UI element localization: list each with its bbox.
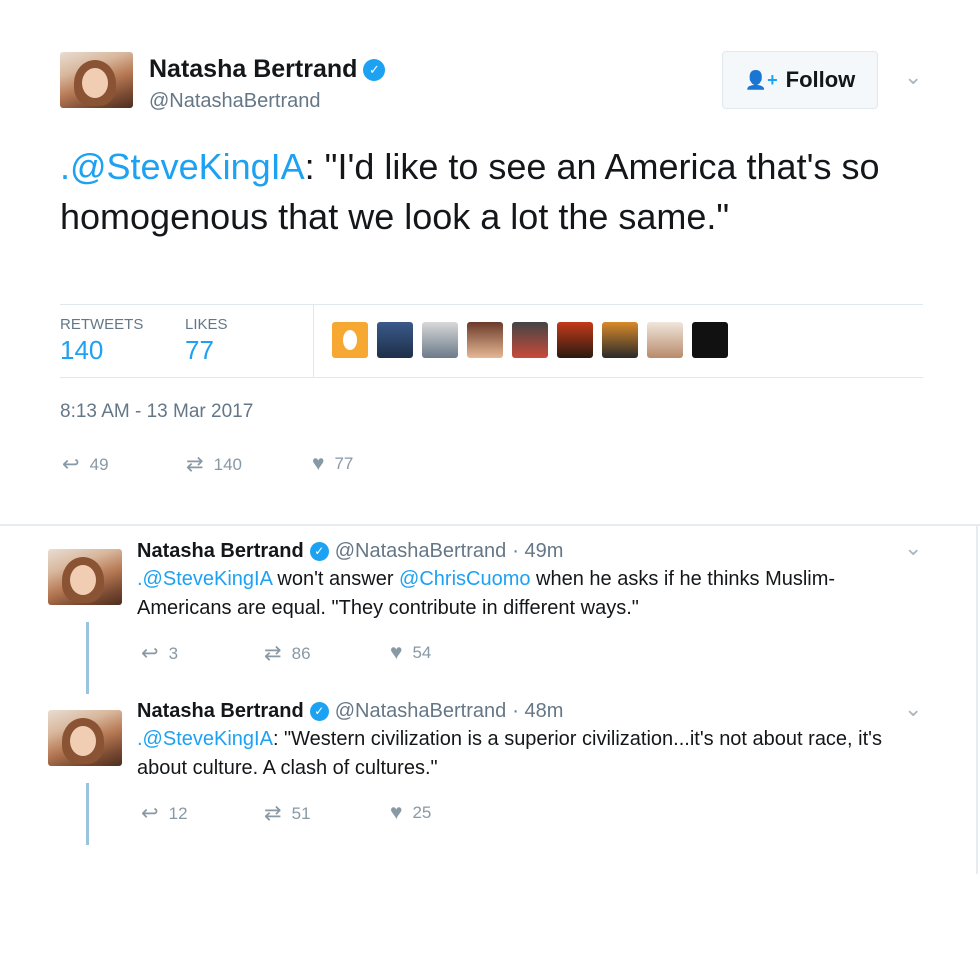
reply-time[interactable]: · 48m xyxy=(512,700,563,723)
likes-stat[interactable]: LIKES 77 xyxy=(185,316,228,366)
retweet-action[interactable]: ⇄ 86 xyxy=(264,641,311,666)
liker-avatar[interactable] xyxy=(422,322,458,358)
stats-divider xyxy=(313,305,314,377)
liker-avatar[interactable] xyxy=(467,322,503,358)
thread-edge-right xyxy=(976,524,978,874)
retweet-icon: ⇄ xyxy=(264,802,282,825)
like-action[interactable]: ♥ 77 xyxy=(312,452,353,476)
mention-link[interactable]: .@SteveKingIA xyxy=(137,728,273,750)
reply-time[interactable]: · 49m xyxy=(512,540,563,563)
retweet-count: 140 xyxy=(213,454,242,474)
reply-arrow-icon: ↩ xyxy=(141,642,159,665)
retweets-count: 140 xyxy=(60,335,104,365)
thread-line xyxy=(86,783,89,845)
liker-avatar[interactable] xyxy=(692,322,728,358)
liker-avatar[interactable] xyxy=(647,322,683,358)
verified-icon: ✓ xyxy=(363,58,386,81)
liker-avatar[interactable] xyxy=(377,322,413,358)
reply-text: .@SteveKingIA: "Western civilization is … xyxy=(137,725,907,783)
liker-avatar[interactable] xyxy=(332,322,368,358)
heart-icon: ♥ xyxy=(390,801,403,824)
reply-action[interactable]: ↩ 3 xyxy=(141,641,178,666)
reply-count: 12 xyxy=(168,803,188,823)
like-action[interactable]: ♥ 54 xyxy=(390,641,431,665)
liker-avatar[interactable] xyxy=(512,322,548,358)
likes-count: 77 xyxy=(185,335,214,365)
like-count: 77 xyxy=(334,454,354,473)
chevron-down-icon[interactable]: ⌄ xyxy=(904,535,922,561)
reply-header: Natasha Bertrand ✓ @NatashaBertrand · 48… xyxy=(137,698,563,724)
author-block: Natasha Bertrand ✓ @NatashaBertrand xyxy=(149,55,386,113)
mention-link[interactable]: .@SteveKingIA xyxy=(137,568,272,590)
retweet-count: 86 xyxy=(291,643,311,663)
reply-avatar[interactable] xyxy=(48,549,122,605)
divider-top xyxy=(60,304,923,305)
reply-count: 3 xyxy=(168,643,179,663)
mention-link[interactable]: .@SteveKingIA xyxy=(60,146,305,187)
retweets-label: RETWEETS xyxy=(60,316,144,333)
reply-action[interactable]: ↩ 12 xyxy=(141,801,188,826)
author-handle[interactable]: @NatashaBertrand xyxy=(149,90,385,113)
verified-icon: ✓ xyxy=(309,541,329,561)
retweet-action[interactable]: ⇄ 140 xyxy=(186,452,242,477)
divider-bottom xyxy=(60,377,923,378)
reply-action[interactable]: ↩ 49 xyxy=(62,452,109,477)
reply-text: .@SteveKingIA won't answer @ChrisCuomo w… xyxy=(137,565,897,623)
chevron-down-icon[interactable]: ⌄ xyxy=(904,64,922,90)
like-count: 54 xyxy=(412,643,432,662)
liker-avatar[interactable] xyxy=(557,322,593,358)
reply-avatar[interactable] xyxy=(48,710,122,766)
avatar-face xyxy=(82,68,108,98)
reply-author-handle[interactable]: @NatashaBertrand xyxy=(335,700,507,723)
tweet-text: .@SteveKingIA: "I'd like to see an Ameri… xyxy=(60,142,910,242)
verified-icon: ✓ xyxy=(309,701,329,721)
reply-author-name[interactable]: Natasha Bertrand xyxy=(137,540,304,563)
follow-button[interactable]: 👤+ Follow xyxy=(722,51,878,109)
retweet-icon: ⇄ xyxy=(264,642,282,665)
reply-author-name[interactable]: Natasha Bertrand xyxy=(137,700,304,723)
liker-avatar[interactable] xyxy=(602,322,638,358)
follow-label: Follow xyxy=(785,67,856,92)
thread-separator xyxy=(0,524,980,526)
reply-author-handle[interactable]: @NatashaBertrand xyxy=(335,540,507,563)
reply-arrow-icon: ↩ xyxy=(141,802,159,825)
chevron-down-icon[interactable]: ⌄ xyxy=(904,696,922,722)
reply-count: 49 xyxy=(89,454,109,474)
reply-header: Natasha Bertrand ✓ @NatashaBertrand · 49… xyxy=(137,538,563,564)
tweet-timestamp[interactable]: 8:13 AM - 13 Mar 2017 xyxy=(60,401,253,423)
reply-text-part: won't answer xyxy=(271,568,400,590)
author-avatar[interactable] xyxy=(60,52,133,108)
avatar-face xyxy=(70,726,96,756)
retweet-icon: ⇄ xyxy=(186,453,204,476)
retweet-action[interactable]: ⇄ 51 xyxy=(264,801,311,826)
heart-icon: ♥ xyxy=(312,452,325,475)
retweet-count: 51 xyxy=(291,803,311,823)
heart-icon: ♥ xyxy=(390,641,403,664)
like-action[interactable]: ♥ 25 xyxy=(390,801,431,825)
mention-link[interactable]: @ChrisCuomo xyxy=(399,568,530,590)
like-count: 25 xyxy=(412,803,432,822)
avatar-face xyxy=(70,565,96,595)
add-user-icon: 👤+ xyxy=(744,69,778,90)
reply-arrow-icon: ↩ xyxy=(62,453,80,476)
thread-line xyxy=(86,622,89,694)
likes-label: LIKES xyxy=(185,316,228,333)
author-name[interactable]: Natasha Bertrand xyxy=(149,55,357,84)
retweets-stat[interactable]: RETWEETS 140 xyxy=(60,316,143,366)
